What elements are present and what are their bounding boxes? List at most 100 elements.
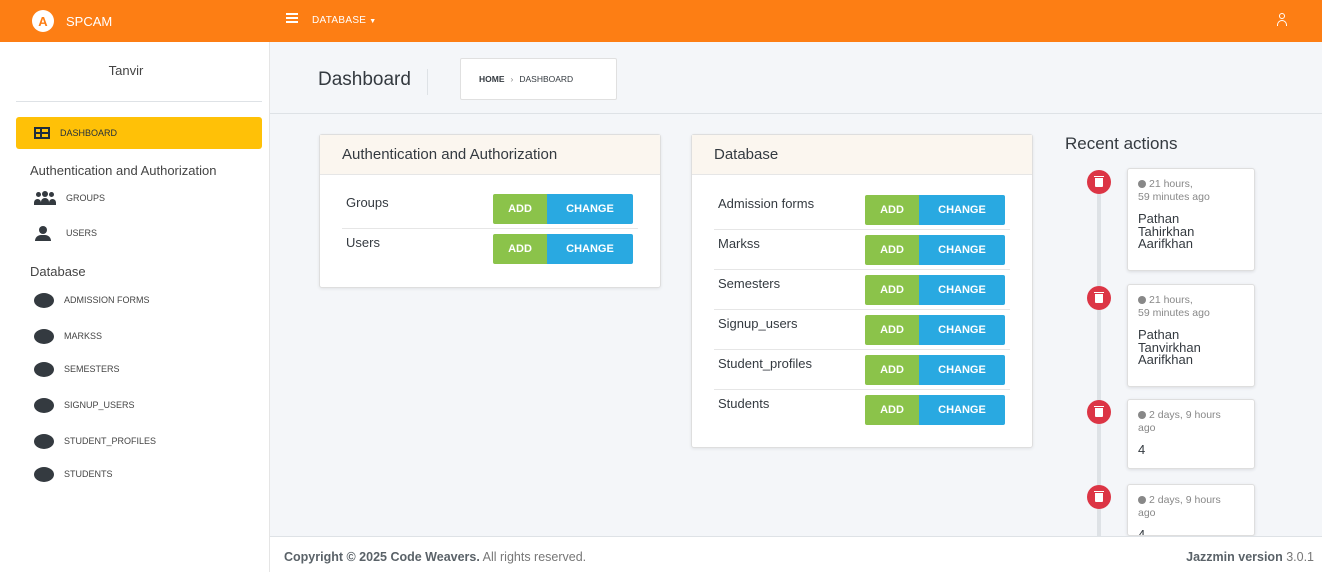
version-number: 3.0.1 xyxy=(1282,550,1314,564)
sidebar-item-label: GROUPS xyxy=(66,193,106,203)
delete-icon xyxy=(1087,286,1111,310)
add-button[interactable]: ADD xyxy=(865,395,919,425)
add-button[interactable]: ADD xyxy=(865,235,919,265)
circle-icon xyxy=(34,433,54,449)
caret-down-icon: ▼ xyxy=(369,18,377,25)
change-button[interactable]: CHANGE xyxy=(919,315,1005,345)
sidebar-item-label: USERS xyxy=(66,228,98,238)
model-link[interactable]: Admission forms xyxy=(718,196,814,211)
add-button[interactable]: ADD xyxy=(493,194,547,224)
sidebar-item-dashboard[interactable]: DASHBOARD xyxy=(16,117,262,149)
model-link[interactable]: Student_profiles xyxy=(718,356,812,371)
sidebar-item-label: DASHBOARD xyxy=(60,128,118,138)
sidebar-item-admission-forms[interactable]: ADMISSION FORMS xyxy=(34,290,150,310)
breadcrumb: HOME › DASHBOARD xyxy=(460,58,617,100)
model-link[interactable]: Signup_users xyxy=(718,316,798,331)
add-button[interactable]: ADD xyxy=(493,234,547,264)
version-info: Jazzmin version 3.0.1 xyxy=(1186,550,1314,564)
menu-toggle-icon[interactable] xyxy=(286,13,298,23)
model-row: Groups ADD CHANGE xyxy=(342,189,638,229)
change-button[interactable]: CHANGE xyxy=(547,194,633,224)
brand-name: SPCAM xyxy=(66,13,113,29)
database-dropdown[interactable]: DATABASE ▼ xyxy=(312,15,377,26)
nav-header-database: Database xyxy=(30,264,86,279)
model-link[interactable]: Users xyxy=(346,235,380,250)
user-icon xyxy=(34,225,52,241)
sidebar-item-students[interactable]: STUDENTS xyxy=(34,464,113,484)
add-button[interactable]: ADD xyxy=(865,315,919,345)
database-app-card: Database Admission forms ADD CHANGE Mark… xyxy=(691,134,1033,448)
action-object: Pathan Tahirkhan Aarifkhan xyxy=(1138,211,1195,251)
delete-icon xyxy=(1087,485,1111,509)
circle-icon xyxy=(34,328,54,344)
add-button[interactable]: ADD xyxy=(865,355,919,385)
change-button[interactable]: CHANGE xyxy=(919,395,1005,425)
action-time: 21 hours, 59 minutes ago xyxy=(1138,294,1210,319)
model-link[interactable]: Markss xyxy=(718,236,760,251)
delete-icon xyxy=(1087,400,1111,424)
action-time: 2 days, 9 hours ago xyxy=(1138,494,1221,519)
recent-action-item[interactable]: 2 days, 9 hours ago 4 xyxy=(1127,399,1255,469)
model-link[interactable]: Semesters xyxy=(718,276,780,291)
recent-action-item[interactable]: 21 hours, 59 minutes ago Pathan Tahirkhan A… xyxy=(1127,168,1255,271)
card-title: Database xyxy=(692,135,1032,175)
sidebar-item-markss[interactable]: MARKSS xyxy=(34,326,102,346)
sidebar-item-label: STUDENTS xyxy=(64,469,113,479)
version-label: Jazzmin version xyxy=(1186,550,1283,564)
change-button[interactable]: CHANGE xyxy=(919,235,1005,265)
breadcrumb-separator: › xyxy=(510,74,514,84)
change-button[interactable]: CHANGE xyxy=(547,234,633,264)
circle-icon xyxy=(34,292,54,308)
sidebar-item-semesters[interactable]: SEMESTERS xyxy=(34,359,120,379)
sidebar-item-groups[interactable]: GROUPS xyxy=(34,188,105,208)
model-row: Students ADD CHANGE xyxy=(714,390,1010,430)
brand-logo-icon: A xyxy=(32,10,54,32)
auth-app-card: Authentication and Authorization Groups … xyxy=(319,134,661,288)
delete-icon xyxy=(1087,170,1111,194)
page-title: Dashboard xyxy=(318,69,428,95)
action-object: 4 xyxy=(1138,442,1146,457)
action-time: 21 hours, 59 minutes ago xyxy=(1138,178,1210,203)
timeline-line xyxy=(1097,180,1101,536)
circle-icon xyxy=(34,466,54,482)
sidebar-item-student-profiles[interactable]: STUDENT_PROFILES xyxy=(34,431,156,451)
dashboard-icon xyxy=(34,127,50,139)
change-button[interactable]: CHANGE xyxy=(919,275,1005,305)
model-link[interactable]: Students xyxy=(718,396,769,411)
breadcrumb-home[interactable]: HOME xyxy=(479,74,505,84)
model-row: Markss ADD CHANGE xyxy=(714,230,1010,270)
model-row: Signup_users ADD CHANGE xyxy=(714,310,1010,350)
top-navbar: A SPCAM DATABASE ▼ xyxy=(0,0,1322,42)
model-link[interactable]: Groups xyxy=(346,195,389,210)
card-title: Authentication and Authorization xyxy=(320,135,660,175)
recent-action-item[interactable]: 2 days, 9 hours ago 4 xyxy=(1127,484,1255,536)
sidebar-item-signup-users[interactable]: SIGNUP_USERS xyxy=(34,395,135,415)
change-button[interactable]: CHANGE xyxy=(919,355,1005,385)
recent-actions-title: Recent actions xyxy=(1065,134,1178,153)
add-button[interactable]: ADD xyxy=(865,195,919,225)
breadcrumb-current: DASHBOARD xyxy=(519,74,574,84)
recent-action-item[interactable]: 21 hours, 59 minutes ago Pathan Tanvirkhan… xyxy=(1127,284,1255,387)
clock-icon xyxy=(1138,295,1146,304)
change-button[interactable]: CHANGE xyxy=(919,195,1005,225)
add-button[interactable]: ADD xyxy=(865,275,919,305)
users-icon xyxy=(34,190,56,206)
action-time: 2 days, 9 hours ago xyxy=(1138,409,1221,434)
brand-link[interactable]: A SPCAM xyxy=(0,0,270,42)
clock-icon xyxy=(1138,179,1146,188)
clock-icon xyxy=(1138,495,1146,504)
model-row: Users ADD CHANGE xyxy=(342,229,638,269)
model-row: Semesters ADD CHANGE xyxy=(714,270,1010,310)
sidebar: Tanvir DASHBOARD Authentication and Auth… xyxy=(0,42,270,572)
user-panel[interactable]: Tanvir xyxy=(16,42,262,102)
copyright-bold[interactable]: Copyright © 2025 Code Weavers. xyxy=(284,550,480,564)
copyright-rest: All rights reserved. xyxy=(479,550,587,564)
model-row: Admission forms ADD CHANGE xyxy=(714,190,1010,230)
content-header: Dashboard HOME › DASHBOARD xyxy=(270,42,1322,114)
nav-header-auth: Authentication and Authorization xyxy=(30,163,217,178)
circle-icon xyxy=(34,361,54,377)
database-dropdown-label: DATABASE xyxy=(312,15,367,26)
action-object: Pathan Tanvirkhan Aarifkhan xyxy=(1138,327,1201,367)
sidebar-item-users[interactable]: USERS xyxy=(34,223,97,243)
user-icon[interactable] xyxy=(1276,12,1288,28)
